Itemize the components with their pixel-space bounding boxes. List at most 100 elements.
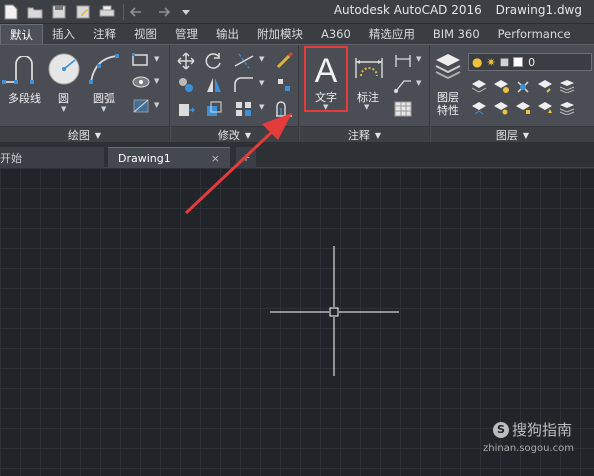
window-title: Autodesk AutoCAD 2016 Drawing1.dwg (334, 3, 582, 17)
start-tab[interactable]: 开始 (0, 147, 104, 168)
watermark: S 搜狗指南 (492, 419, 572, 440)
layer-tool-5-icon[interactable] (557, 77, 577, 95)
layer-tool-6-icon[interactable] (469, 99, 489, 117)
trim-icon[interactable] (231, 51, 257, 71)
layer-dropdown[interactable]: ● ✷ ■ 0 (468, 53, 592, 71)
layer-properties-label-2: 特性 (437, 104, 459, 117)
rotate-icon[interactable] (203, 51, 225, 71)
tab-home[interactable]: 默认 (0, 24, 43, 44)
chevron-down-icon: ▼ (522, 130, 530, 140)
tab-insert[interactable]: 插入 (43, 24, 84, 44)
lock-icon: ■ (499, 56, 510, 68)
tab-a360[interactable]: A360 (312, 24, 360, 44)
scale-icon[interactable] (203, 99, 225, 119)
tab-addins[interactable]: 附加模块 (248, 24, 312, 44)
undo-icon[interactable] (127, 1, 149, 23)
layer-properties-icon[interactable] (433, 51, 463, 83)
saveas-icon[interactable] (72, 1, 94, 23)
layers-panel-title: 图层 (495, 129, 518, 142)
layer-tool-7-icon[interactable] (491, 99, 511, 117)
stretch-icon[interactable] (175, 99, 197, 119)
circle-dropdown-icon[interactable]: ▼ (61, 105, 66, 113)
layers-panel-footer[interactable]: 图层 ▼ (431, 126, 594, 143)
open-icon[interactable] (24, 1, 46, 23)
text-tool-highlight (304, 46, 348, 112)
polyline-label: 多段线 (8, 92, 41, 105)
watermark-url: zhinan.sogou.com (482, 443, 574, 454)
new-icon[interactable] (0, 1, 22, 23)
trim-dropdown-icon[interactable]: ▼ (259, 55, 264, 63)
redo-icon[interactable] (151, 1, 173, 23)
hatch-dropdown-icon[interactable]: ▼ (154, 77, 159, 85)
offset-icon[interactable] (273, 99, 295, 119)
print-icon[interactable] (96, 1, 118, 23)
new-tab-button[interactable]: + (236, 147, 256, 168)
linear-dim-dropdown-icon[interactable]: ▼ (416, 55, 421, 63)
leader-dropdown-icon[interactable]: ▼ (416, 79, 421, 87)
rectangle-dropdown-icon[interactable]: ▼ (154, 55, 159, 63)
leader-icon[interactable] (392, 75, 414, 95)
lightbulb-icon: ● (472, 55, 483, 69)
annotation-panel-footer[interactable]: 注释 ▼ (300, 126, 429, 143)
rectangle-icon[interactable] (130, 51, 152, 69)
drawing-canvas[interactable]: S 搜狗指南 zhinan.sogou.com (0, 168, 594, 476)
tab-view[interactable]: 视图 (125, 24, 166, 44)
linear-dim-icon[interactable] (392, 51, 414, 71)
layer-tool-9-icon[interactable] (535, 99, 555, 117)
modify-panel-footer[interactable]: 修改 ▼ (171, 126, 298, 143)
annotation-panel-title: 注释 (347, 129, 370, 142)
layer-tool-8-icon[interactable] (513, 99, 533, 117)
plus-icon: + (241, 151, 251, 164)
circle-label: 圆 (58, 92, 69, 105)
tab-performance[interactable]: Performance (489, 24, 580, 44)
layer-tool-2-icon[interactable] (491, 77, 511, 95)
table-icon[interactable] (392, 99, 414, 119)
circle-icon[interactable] (46, 51, 82, 87)
region-dropdown-icon[interactable]: ▼ (154, 101, 159, 109)
hatch-icon[interactable] (130, 73, 152, 91)
dimension-dropdown-icon[interactable]: ▼ (364, 103, 369, 111)
arc-label: 圆弧 (93, 92, 115, 105)
array-dropdown-icon[interactable]: ▼ (259, 103, 264, 111)
draw-panel-footer[interactable]: 绘图 ▼ (0, 126, 169, 143)
drawing1-tab[interactable]: Drawing1 × (108, 147, 230, 168)
ribbon: 多段线 圆 ▼ 圆弧 ▼ ▼ ▼ ▼ 绘图 ▼ ▼ ▼ ▼ 修改 ▼ A 文字 … (0, 44, 594, 143)
current-layer-name: 0 (528, 55, 536, 69)
fillet-icon[interactable] (231, 75, 257, 95)
arc-dropdown-icon[interactable]: ▼ (101, 105, 106, 113)
document-name: Drawing1.dwg (495, 3, 582, 17)
layer-color-swatch (513, 57, 524, 67)
tab-output[interactable]: 输出 (207, 24, 248, 44)
file-tabs: 开始 Drawing1 × + (0, 142, 594, 168)
polyline-icon[interactable] (2, 55, 42, 87)
move-icon[interactable] (175, 51, 197, 71)
layers-panel: 图层 特性 ● ✷ ■ 0 图层 ▼ (431, 45, 594, 143)
tab-featured-apps[interactable]: 精选应用 (360, 24, 424, 44)
autocad-window: Autodesk AutoCAD 2016 Drawing1.dwg 默认 插入… (0, 0, 594, 476)
dimension-icon[interactable] (352, 53, 386, 87)
mirror-icon[interactable] (203, 75, 225, 95)
tab-manage[interactable]: 管理 (166, 24, 207, 44)
layer-tool-1-icon[interactable] (469, 77, 489, 95)
layer-tool-10-icon[interactable] (557, 99, 577, 117)
chevron-down-icon: ▼ (374, 130, 382, 140)
erase-icon[interactable] (273, 51, 295, 71)
tab-bim360[interactable]: BIM 360 (424, 24, 489, 44)
layer-tool-3-icon[interactable] (513, 77, 533, 95)
watermark-brand: 搜狗指南 (511, 421, 572, 439)
sogou-logo-icon: S (492, 421, 509, 438)
title-bar: Autodesk AutoCAD 2016 Drawing1.dwg (0, 0, 594, 24)
dropdown-icon[interactable] (175, 1, 197, 23)
save-icon[interactable] (48, 1, 70, 23)
array-icon[interactable] (231, 99, 257, 119)
fillet-dropdown-icon[interactable]: ▼ (259, 79, 264, 87)
explode-icon[interactable] (273, 75, 295, 95)
layer-tool-4-icon[interactable] (535, 77, 555, 95)
arc-icon[interactable] (86, 51, 122, 87)
chevron-down-icon: ▼ (94, 130, 102, 140)
region-icon[interactable] (130, 97, 152, 115)
tab-annotate[interactable]: 注释 (84, 24, 125, 44)
separator (123, 4, 124, 20)
copy-icon[interactable] (175, 75, 197, 95)
close-icon[interactable]: × (211, 152, 220, 165)
